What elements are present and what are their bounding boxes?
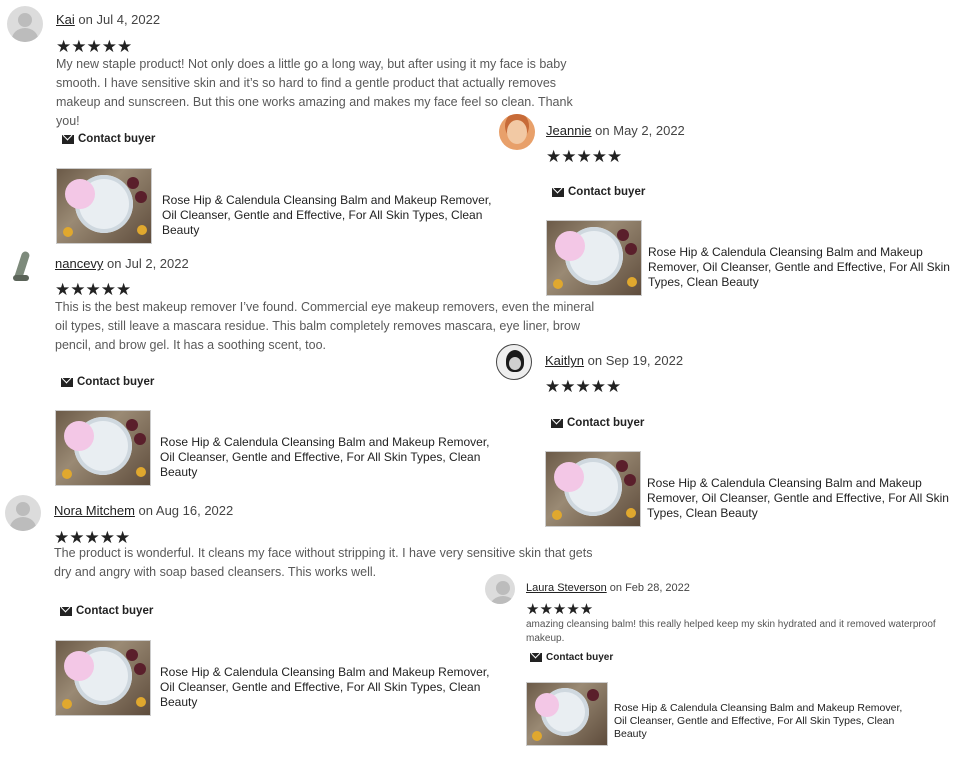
- mail-icon: [60, 606, 72, 616]
- product-thumbnail[interactable]: [526, 682, 608, 746]
- reviewer-name-link[interactable]: nancevy: [55, 256, 103, 271]
- product-title-link[interactable]: Rose Hip & Calendula Cleansing Balm and …: [648, 245, 958, 290]
- review-date: on Jul 2, 2022: [107, 256, 189, 271]
- review-meta: Kai on Jul 4, 2022: [56, 12, 160, 27]
- mail-icon: [61, 377, 73, 387]
- star-rating: ★★★★★: [546, 147, 623, 166]
- contact-buyer-label: Contact buyer: [567, 417, 645, 429]
- review-meta: Jeannie on May 2, 2022: [546, 123, 685, 138]
- review-date: on Aug 16, 2022: [138, 503, 234, 518]
- product-title-link[interactable]: Rose Hip & Calendula Cleansing Balm and …: [160, 665, 490, 710]
- star-rating: ★★★★★: [55, 280, 132, 299]
- contact-buyer-button[interactable]: Contact buyer: [62, 133, 155, 145]
- contact-buyer-label: Contact buyer: [78, 133, 156, 145]
- reviewer-name-link[interactable]: Jeannie: [546, 123, 592, 138]
- review-meta: nancevy on Jul 2, 2022: [55, 256, 189, 271]
- product-title-link[interactable]: Rose Hip & Calendula Cleansing Balm and …: [614, 702, 904, 741]
- contact-buyer-label: Contact buyer: [546, 652, 614, 663]
- product-thumbnail[interactable]: [55, 410, 151, 486]
- product-thumbnail[interactable]: [56, 168, 152, 244]
- product-thumbnail[interactable]: [545, 451, 641, 527]
- mail-icon: [62, 134, 74, 144]
- avatar[interactable]: [6, 249, 42, 285]
- avatar[interactable]: [496, 344, 532, 380]
- contact-buyer-button[interactable]: Contact buyer: [530, 652, 613, 663]
- review-text: The product is wonderful. It cleans my f…: [54, 546, 593, 579]
- review-date: on Jul 4, 2022: [78, 12, 161, 27]
- review-meta: Kaitlyn on Sep 19, 2022: [545, 353, 683, 368]
- reviewer-name-link[interactable]: Laura Steverson: [526, 582, 607, 594]
- reviewer-name-link[interactable]: Nora Mitchem: [54, 503, 135, 518]
- avatar[interactable]: [7, 6, 43, 42]
- reviewer-name-link[interactable]: Kaitlyn: [545, 353, 584, 368]
- star-rating: ★★★★★: [545, 377, 622, 396]
- product-title-link[interactable]: Rose Hip & Calendula Cleansing Balm and …: [160, 435, 490, 480]
- review-date: on Feb 28, 2022: [609, 582, 690, 594]
- product-title-link[interactable]: Rose Hip & Calendula Cleansing Balm and …: [162, 193, 492, 238]
- mail-icon: [530, 653, 542, 662]
- avatar[interactable]: [485, 574, 515, 604]
- product-title-link[interactable]: Rose Hip & Calendula Cleansing Balm and …: [647, 476, 957, 521]
- contact-buyer-button[interactable]: Contact buyer: [551, 417, 644, 429]
- mail-icon: [551, 418, 563, 428]
- contact-buyer-button[interactable]: Contact buyer: [60, 605, 153, 617]
- star-rating: ★★★★★: [56, 37, 133, 56]
- contact-buyer-label: Contact buyer: [568, 186, 646, 198]
- contact-buyer-button[interactable]: Contact buyer: [552, 186, 645, 198]
- mail-icon: [552, 187, 564, 197]
- contact-buyer-label: Contact buyer: [77, 376, 155, 388]
- product-thumbnail[interactable]: [55, 640, 151, 716]
- review-text: amazing cleansing balm! this really help…: [526, 619, 936, 644]
- review-meta: Nora Mitchem on Aug 16, 2022: [54, 503, 233, 518]
- product-thumbnail[interactable]: [546, 220, 642, 296]
- review-meta: Laura Steverson on Feb 28, 2022: [526, 582, 690, 594]
- review-date: on May 2, 2022: [595, 123, 685, 138]
- reviewer-name-link[interactable]: Kai: [56, 12, 75, 27]
- star-rating: ★★★★★: [526, 601, 594, 618]
- review-date: on Sep 19, 2022: [587, 353, 684, 368]
- contact-buyer-label: Contact buyer: [76, 605, 154, 617]
- avatar[interactable]: [499, 114, 535, 150]
- contact-buyer-button[interactable]: Contact buyer: [61, 376, 154, 388]
- avatar[interactable]: [5, 495, 41, 531]
